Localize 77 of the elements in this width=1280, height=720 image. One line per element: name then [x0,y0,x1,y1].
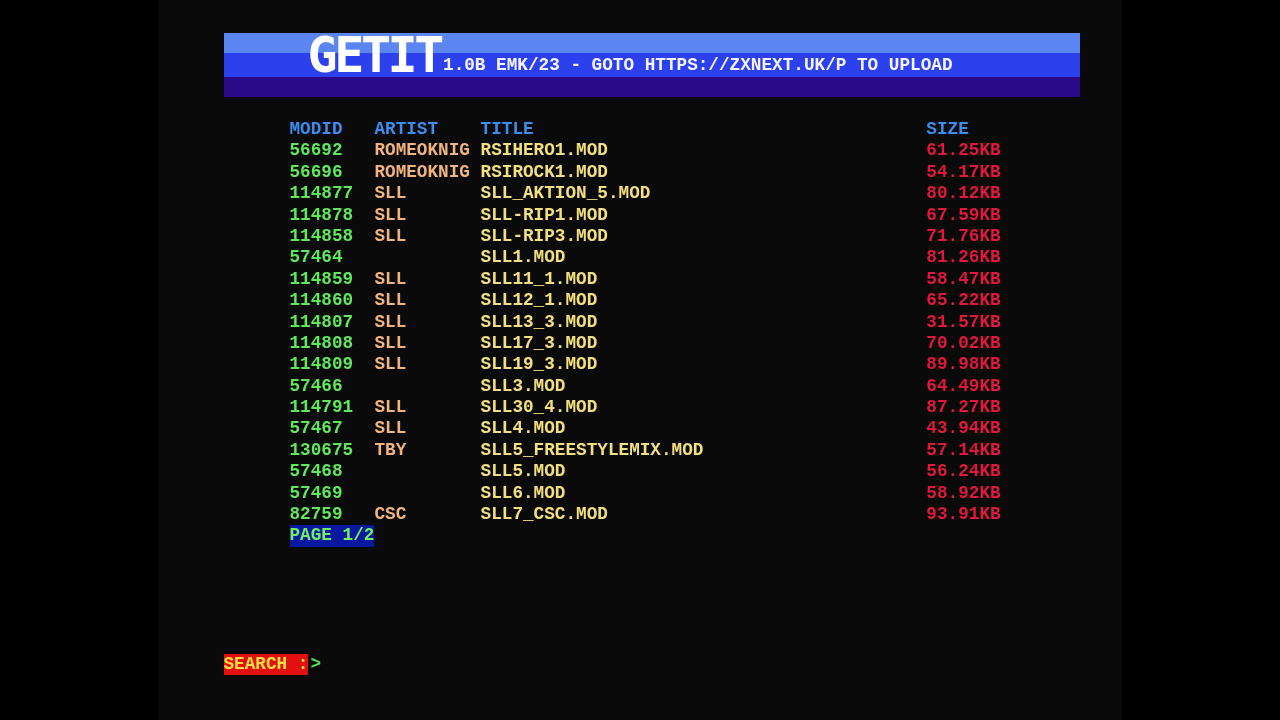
table-cell: 65.22KB [926,290,1001,312]
table-cell: 67.59KB [926,204,1001,226]
table-cell: 43.94KB [926,418,1001,440]
page-indicator: PAGE 1/2 [289,525,375,547]
table-cell-text: SLL6.MOD [480,482,567,505]
search-label: SEARCH : [223,653,309,676]
table-cell-text: RSIROCK1.MOD [480,161,609,184]
table-cell-text: 82759 [289,504,344,526]
table-cell-text: 56696 [289,161,344,184]
table-cell-text: 114858 [289,225,355,248]
app-logo: GETIT [307,33,441,77]
table-cell-text: SLL [374,332,408,355]
table-cell-text: 57466 [289,375,344,398]
column-header: ARTIST [374,119,440,141]
table-cell-text: 114808 [289,332,355,355]
table-cell-text: SLL [374,183,408,205]
table-cell: 71.76KB [926,225,1001,248]
column-header: SIZE [926,119,969,141]
table-cell-text: 114860 [289,290,355,312]
table-cell-text: SLL [374,204,408,226]
table-cell-text: SLL [374,225,408,248]
table-cell-text: SLL-RIP1.MOD [480,204,609,226]
table-cell-text: SLL1.MOD [480,247,567,269]
table-cell-text: CSC [374,504,408,526]
table-cell: 54.17KB [926,161,1001,184]
table-cell-text: SLL [374,397,408,419]
search-input[interactable]: > [310,653,322,676]
table-cell-text: SLL7_CSC.MOD [480,504,609,526]
table-cell-text: SLL [374,354,408,376]
table-cell: 64.49KB [926,375,1001,398]
table-cell-text: 114859 [289,268,355,291]
table-cell-text: SLL [374,268,408,291]
table-cell-text: SLL5.MOD [480,461,567,483]
table-cell-text: SLL-RIP3.MOD [480,225,609,248]
table-cell: 58.92KB [926,482,1001,505]
table-cell-text: SLL5_FREESTYLEMIX.MOD [480,439,705,462]
table-cell-text: SLL19_3.MOD [480,354,599,376]
table-cell-text: SLL [374,311,408,333]
table-cell: 31.57KB [926,311,1001,333]
table-cell: 70.02KB [926,332,1001,355]
table-cell: 61.25KB [926,140,1001,162]
table-cell-text: SLL13_3.MOD [480,311,599,333]
table-cell-text: SLL17_3.MOD [480,332,599,355]
table-cell-text: SLL_AKTION_5.MOD [480,183,652,205]
table-cell-text: TBY [374,439,408,462]
column-header: MODID [289,119,344,141]
table-cell: 56.24KB [926,461,1001,483]
column-header: TITLE [480,119,535,141]
table-cell-text: 114807 [289,311,355,333]
table-cell-text: 114809 [289,354,355,376]
table-cell-text: 57468 [289,461,344,483]
table-cell-text: 130675 [289,439,355,462]
table-cell-text: SLL30_4.MOD [480,397,599,419]
table-cell-text: ROMEOKNIG [374,140,471,162]
table-cell-text: 57469 [289,482,344,505]
table-cell-text: SLL4.MOD [480,418,567,440]
table-cell: 93.91KB [926,504,1001,526]
table-cell: 58.47KB [926,268,1001,291]
table-cell-text: 57467 [289,418,344,440]
table-cell-text: SLL3.MOD [480,375,567,398]
table-cell-text: SLL12_1.MOD [480,290,599,312]
table-cell-text: ROMEOKNIG [374,161,471,184]
table-cell: 80.12KB [926,183,1001,205]
table-cell-text: 114791 [289,397,355,419]
table-cell-text: 114877 [289,183,355,205]
table-cell: 81.26KB [926,247,1001,269]
version-info: 1.0B EMK/23 - GOTO HTTPS://ZXNEXT.UK/P TO UPLOAD [443,56,953,77]
table-cell: 57.14KB [926,439,1001,462]
table-cell-text: SLL [374,418,408,440]
table-cell-text: 56692 [289,140,344,162]
table-cell-text: 57464 [289,247,344,269]
table-cell: 89.98KB [926,354,1001,376]
table-cell-text: SLL [374,290,408,312]
table-cell: 87.27KB [926,397,1001,419]
table-cell-text: SLL11_1.MOD [480,268,599,291]
table-cell-text: 114878 [289,204,355,226]
table-cell-text: RSIHERO1.MOD [480,140,609,162]
